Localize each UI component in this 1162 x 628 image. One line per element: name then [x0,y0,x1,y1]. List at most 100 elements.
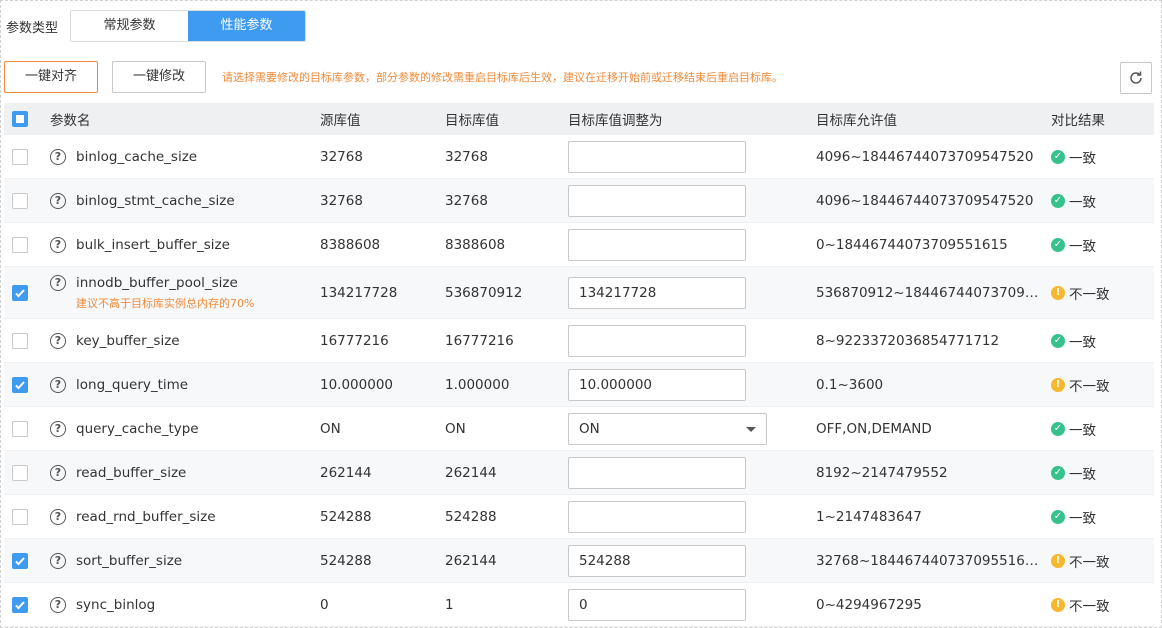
row-checkbox[interactable] [12,332,28,349]
checkmark-icon [15,600,25,609]
param-name-wrap: ? sort_buffer_size [50,552,310,569]
adjust-input[interactable] [568,324,746,357]
result-badge: ✓ 一致 [1051,191,1154,211]
check-circle-icon: ✓ [1051,193,1065,208]
warning-icon: ! [1051,553,1065,568]
allowed-value: 0~4294967295 [816,596,922,613]
param-name-cell: ? read_rnd_buffer_size [40,508,310,525]
param-name-wrap: ? bulk_insert_buffer_size [50,236,310,253]
checkmark-icon [15,556,25,565]
param-name-cell: ? binlog_stmt_cache_size [40,192,310,209]
refresh-button[interactable] [1120,62,1152,94]
check-circle-icon: ✓ [1051,465,1065,480]
allowed-value: 0.1~3600 [816,376,884,393]
tab-performance-params[interactable]: 性能参数 [188,11,306,41]
target-value: 1.000000 [445,376,510,393]
restart-hint: 请选择需要修改的目标库参数，部分参数的修改需重启目标库后生效，建议在迁移开始前或… [222,71,784,84]
row-checkbox-cell [4,332,40,349]
result-text: 不一致 [1069,554,1110,571]
adjust-input[interactable] [568,184,746,217]
param-name-wrap: ? key_buffer_size [50,332,310,349]
param-name-cell: ? read_buffer_size [40,464,310,481]
row-checkbox[interactable] [12,284,28,301]
adjust-input[interactable] [568,228,746,261]
result-cell: ✓ 一致 [1041,419,1154,439]
table-row: ? key_buffer_size 16777216 16777216 8~92… [4,319,1154,363]
result-text: 一致 [1069,194,1096,211]
help-icon[interactable]: ? [50,332,66,349]
allowed-value: 8192~2147479552 [816,464,948,481]
row-checkbox[interactable] [12,508,28,525]
adjust-input[interactable]: 524288 [568,544,746,577]
help-icon[interactable]: ? [50,552,66,569]
target-value: 8388608 [445,236,506,253]
row-checkbox[interactable] [12,236,28,253]
row-checkbox[interactable] [12,148,28,165]
table-row: ? bulk_insert_buffer_size 8388608 838860… [4,223,1154,267]
adjust-cell [558,184,806,217]
help-icon[interactable]: ? [50,192,66,209]
adjust-input[interactable]: 134217728 [568,276,746,309]
param-name-text: read_buffer_size [76,465,186,481]
help-icon[interactable]: ? [50,376,66,393]
target-value: 16777216 [445,332,514,349]
align-all-button[interactable]: 一键对齐 [4,61,99,93]
help-icon[interactable]: ? [50,464,66,481]
source-value: 524288 [320,508,372,525]
warning-icon: ! [1051,377,1065,392]
row-checkbox[interactable] [12,192,28,209]
warning-icon: ! [1051,285,1065,300]
modify-all-button[interactable]: 一键修改 [112,61,207,93]
adjust-input[interactable]: 0 [568,588,746,621]
help-icon[interactable]: ? [50,236,66,253]
check-circle-icon: ✓ [1051,333,1065,348]
adjust-input[interactable] [568,140,746,173]
source-value: 16777216 [320,332,389,349]
adjust-input[interactable]: 10.000000 [568,368,746,401]
adjust-input[interactable] [568,456,746,489]
help-icon[interactable]: ? [50,274,66,291]
help-icon[interactable]: ? [50,420,66,437]
help-icon[interactable]: ? [50,508,66,525]
adjust-input[interactable] [568,500,746,533]
allowed-value: 536870912~1844674407370955... [816,284,1041,301]
row-checkbox[interactable] [12,552,28,569]
params-table: 参数名 源库值 目标库值 目标库值调整为 目标库允许值 对比结果 ? binlo… [4,103,1154,627]
param-name: key_buffer_size [76,332,180,349]
adjust-select[interactable]: ON [568,412,767,445]
result-cell: ! 不一致 [1041,375,1154,395]
row-checkbox[interactable] [12,464,28,481]
result-text: 一致 [1069,150,1096,167]
target-value: 524288 [445,508,497,525]
row-checkbox[interactable] [12,420,28,437]
result-badge: ✓ 一致 [1051,507,1154,527]
table-row: ? binlog_stmt_cache_size 32768 32768 409… [4,179,1154,223]
target-value: 262144 [445,464,497,481]
source-value: 524288 [320,552,372,569]
source-value: 32768 [320,192,363,209]
param-name-wrap: ? read_buffer_size [50,464,310,481]
row-checkbox[interactable] [12,376,28,393]
result-text: 不一致 [1069,286,1110,303]
check-circle-icon: ✓ [1051,421,1065,436]
target-value: 536870912 [445,284,523,301]
param-name-wrap: ? query_cache_type [50,420,310,437]
param-name: read_buffer_size [76,464,187,481]
param-name-cell: ? query_cache_type [40,420,310,437]
check-circle-icon: ✓ [1051,237,1065,252]
select-all-checkbox[interactable] [12,111,28,127]
result-badge: ✓ 一致 [1051,147,1154,167]
param-name-text: innodb_buffer_pool_size 建议不高于目标库实例总内存的70… [76,275,254,311]
help-icon[interactable]: ? [50,596,66,613]
help-icon[interactable]: ? [50,148,66,165]
adjust-cell: 10.000000 [558,368,806,401]
param-name-cell: ? binlog_cache_size [40,148,310,165]
table-body: ? binlog_cache_size 32768 32768 4096~184… [4,135,1154,627]
adjust-cell: 524288 [558,544,806,577]
table-row: ? binlog_cache_size 32768 32768 4096~184… [4,135,1154,179]
param-name-cell: ? long_query_time [40,376,310,393]
param-name-text: query_cache_type [76,421,199,437]
header-adjust: 目标库值调整为 [568,113,663,129]
row-checkbox[interactable] [12,596,28,613]
tab-general-params[interactable]: 常规参数 [71,11,189,41]
